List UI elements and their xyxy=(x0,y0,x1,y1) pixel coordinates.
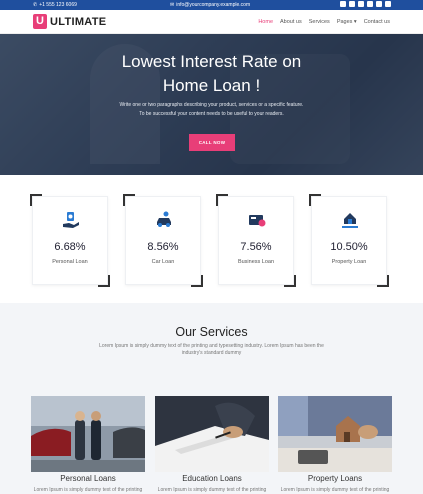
service-card-education[interactable]: Education Loans Lorem Ipsum is simply du… xyxy=(155,396,269,494)
services-description: industry's standard dummy xyxy=(181,350,242,356)
card-corner xyxy=(123,194,135,206)
service-title: Property Loans xyxy=(307,474,363,483)
rate-card-personal[interactable]: 6.68% Personal Loan xyxy=(30,194,110,287)
service-text: Lorem Ipsum is simply dummy text of the … xyxy=(33,487,143,493)
rate-label: Property Loan xyxy=(331,259,367,265)
twitter-icon[interactable] xyxy=(349,1,355,7)
main-navbar: U ULTIMATE Home About us Services Pages … xyxy=(0,10,423,34)
card-corner xyxy=(30,194,42,206)
hero-section: Lowest Interest Rate on Home Loan ! Writ… xyxy=(0,34,423,175)
personal-loans-image xyxy=(31,396,145,472)
card-corner xyxy=(309,194,321,206)
service-title: Education Loans xyxy=(182,474,242,483)
nav-item-services[interactable]: Services xyxy=(309,19,330,25)
rates-section: 6.68% Personal Loan 8.56% Car Loan 7.56%… xyxy=(0,175,423,303)
youtube-icon[interactable] xyxy=(376,1,382,7)
hero-title: Lowest Interest Rate on xyxy=(121,52,302,71)
logo-mark: U xyxy=(33,14,47,29)
phone-number: +1 555 123 6069 xyxy=(39,2,77,8)
card-corner xyxy=(191,275,203,287)
rate-label: Personal Loan xyxy=(52,259,88,265)
rate-card-car[interactable]: 8.56% Car Loan xyxy=(123,194,203,287)
nav-item-about[interactable]: About us xyxy=(280,19,302,25)
card-corner xyxy=(98,275,110,287)
top-bar: ✆ +1 555 123 6069 ✉ info@yourcompany.exa… xyxy=(0,0,423,10)
service-text: Lorem Ipsum is simply dummy text of the … xyxy=(157,487,267,493)
facebook-icon[interactable] xyxy=(340,1,346,7)
hero-text: To be successful your content needs to b… xyxy=(139,111,284,117)
card-corner xyxy=(377,275,389,287)
money-hand-icon xyxy=(63,212,79,228)
site-logo[interactable]: U ULTIMATE xyxy=(33,14,106,29)
social-links xyxy=(340,1,391,7)
business-card-icon xyxy=(249,215,266,227)
service-title: Personal Loans xyxy=(60,474,116,483)
service-card-property[interactable]: Property Loans Lorem Ipsum is simply dum… xyxy=(278,396,392,494)
linkedin-icon[interactable] xyxy=(367,1,373,7)
house-hand-icon xyxy=(342,213,358,228)
service-text: Lorem Ipsum is simply dummy text of the … xyxy=(280,487,390,493)
nav-item-contact[interactable]: Contact us xyxy=(364,19,390,25)
vimeo-icon[interactable] xyxy=(358,1,364,7)
nav-item-home[interactable]: Home xyxy=(258,19,273,25)
education-loans-image xyxy=(155,396,269,472)
rate-card-property[interactable]: 10.50% Property Loan xyxy=(309,194,389,287)
phone-icon: ✆ xyxy=(33,2,38,8)
call-now-button[interactable]: CALL NOW xyxy=(189,134,235,151)
rate-card-business[interactable]: 7.56% Business Loan xyxy=(216,194,296,287)
rate-label: Car Loan xyxy=(151,259,175,265)
card-corner xyxy=(216,194,228,206)
nav-item-pages[interactable]: Pages ▾ xyxy=(337,19,357,25)
hero-text: Write one or two paragraphs describing y… xyxy=(119,102,304,108)
car-icon xyxy=(157,211,171,227)
github-icon[interactable] xyxy=(385,1,391,7)
rate-value: 7.56% xyxy=(240,241,272,253)
phone-contact[interactable]: ✆ +1 555 123 6069 xyxy=(33,2,77,8)
service-card-personal[interactable]: Personal Loans Lorem Ipsum is simply dum… xyxy=(31,396,145,494)
property-loans-image xyxy=(278,396,392,472)
logo-text: ULTIMATE xyxy=(50,15,107,28)
rate-label: Business Loan xyxy=(237,259,275,265)
card-corner xyxy=(284,275,296,287)
email-contact[interactable]: ✉ info@yourcompany.example.com xyxy=(170,2,250,8)
email-address: info@yourcompany.example.com xyxy=(176,2,251,8)
rate-value: 6.68% xyxy=(54,241,86,253)
services-section: Our Services Lorem Ipsum is simply dummy… xyxy=(0,303,423,494)
services-description: Lorem Ipsum is simply dummy text of the … xyxy=(99,343,324,349)
rate-value: 8.56% xyxy=(147,241,179,253)
hero-title: Home Loan ! xyxy=(162,76,261,95)
services-heading: Our Services xyxy=(175,325,248,339)
nav-menu: Home About us Services Pages ▾ Contact u… xyxy=(258,19,390,25)
envelope-icon: ✉ xyxy=(170,2,175,8)
rate-value: 10.50% xyxy=(330,241,368,253)
